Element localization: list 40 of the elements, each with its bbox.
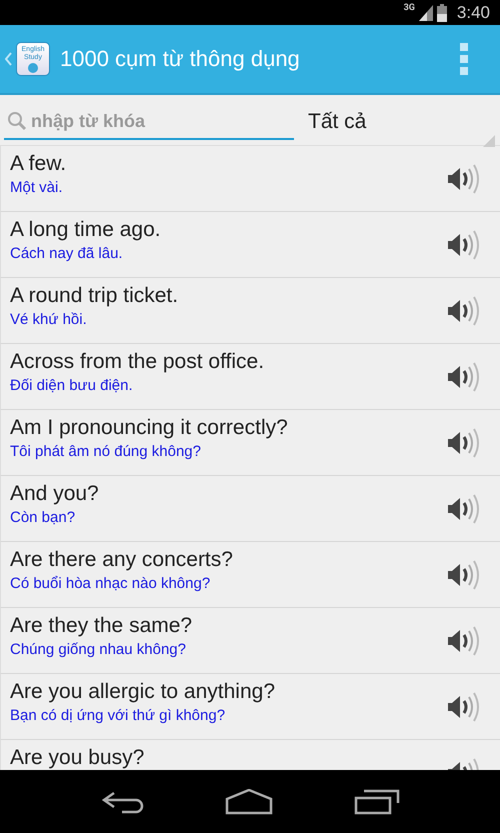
search-icon bbox=[7, 111, 27, 131]
english-phrase: Are you busy? bbox=[10, 746, 146, 770]
vietnamese-translation: Đối diện bưu điện. bbox=[10, 377, 134, 394]
english-phrase: Are there any concerts? bbox=[10, 548, 234, 572]
phrase-row[interactable]: A few. Một vài. bbox=[0, 146, 500, 212]
english-phrase: Are they the same? bbox=[10, 614, 194, 638]
recent-apps-icon[interactable] bbox=[354, 788, 400, 814]
signal-icon bbox=[418, 4, 433, 20]
english-phrase: And you? bbox=[10, 482, 100, 506]
clock-time: 3:40 bbox=[456, 2, 490, 22]
phrase-row[interactable]: Are they the same? Chúng giống nhau không? bbox=[0, 608, 500, 674]
phrase-row[interactable]: A round trip ticket. Vé khứ hồi. bbox=[0, 278, 500, 344]
search-field[interactable]: nhập từ khóa bbox=[29, 110, 279, 132]
english-phrase: Across from the post office. bbox=[10, 350, 266, 374]
vietnamese-translation: Một vài. bbox=[10, 179, 64, 196]
english-phrase: Am I pronouncing it correctly? bbox=[10, 416, 289, 440]
screen-title: 1000 cụm từ thông dụng bbox=[60, 46, 301, 72]
english-phrase: A round trip ticket. bbox=[10, 284, 180, 308]
vietnamese-translation: Vé khứ hồi. bbox=[10, 311, 88, 328]
category-dropdown[interactable]: Tất cả bbox=[294, 100, 500, 144]
phrase-row[interactable]: Are you allergic to anything? Bạn có dị ứng với thứ gì không? bbox=[0, 674, 500, 740]
dropdown-corner-icon bbox=[483, 135, 495, 147]
phrase-row[interactable]: Am I pronouncing it correctly? Tôi phát âm nó đúng không? bbox=[0, 410, 500, 476]
vietnamese-translation: Cách nay đã lâu. bbox=[10, 245, 124, 262]
vietnamese-translation: Tôi phát âm nó đúng không? bbox=[10, 443, 202, 460]
english-phrase: Are you allergic to anything? bbox=[10, 680, 276, 704]
english-phrase: A few. bbox=[10, 152, 68, 176]
vietnamese-translation: Chúng giống nhau không? bbox=[10, 641, 187, 658]
vietnamese-translation: Có buổi hòa nhạc nào không? bbox=[10, 575, 212, 592]
battery-icon bbox=[436, 4, 447, 22]
home-icon[interactable] bbox=[224, 788, 273, 814]
back-chevron-icon bbox=[5, 52, 12, 66]
phrase-row[interactable]: Across from the post office. Đối diện bưu điện. bbox=[0, 344, 500, 410]
network-type-label: 3G bbox=[404, 3, 415, 13]
vietnamese-translation: Bạn có dị ứng với thứ gì không? bbox=[10, 707, 226, 724]
english-phrase: A long time ago. bbox=[10, 218, 162, 242]
phrase-row[interactable]: A long time ago. Cách nay đã lâu. bbox=[0, 212, 500, 278]
phrase-row[interactable]: And you? Còn bạn? bbox=[0, 476, 500, 542]
phrase-row[interactable]: Are there any concerts? Có buổi hòa nhạc nào không? bbox=[0, 542, 500, 608]
vietnamese-translation: Còn bạn? bbox=[10, 509, 76, 526]
